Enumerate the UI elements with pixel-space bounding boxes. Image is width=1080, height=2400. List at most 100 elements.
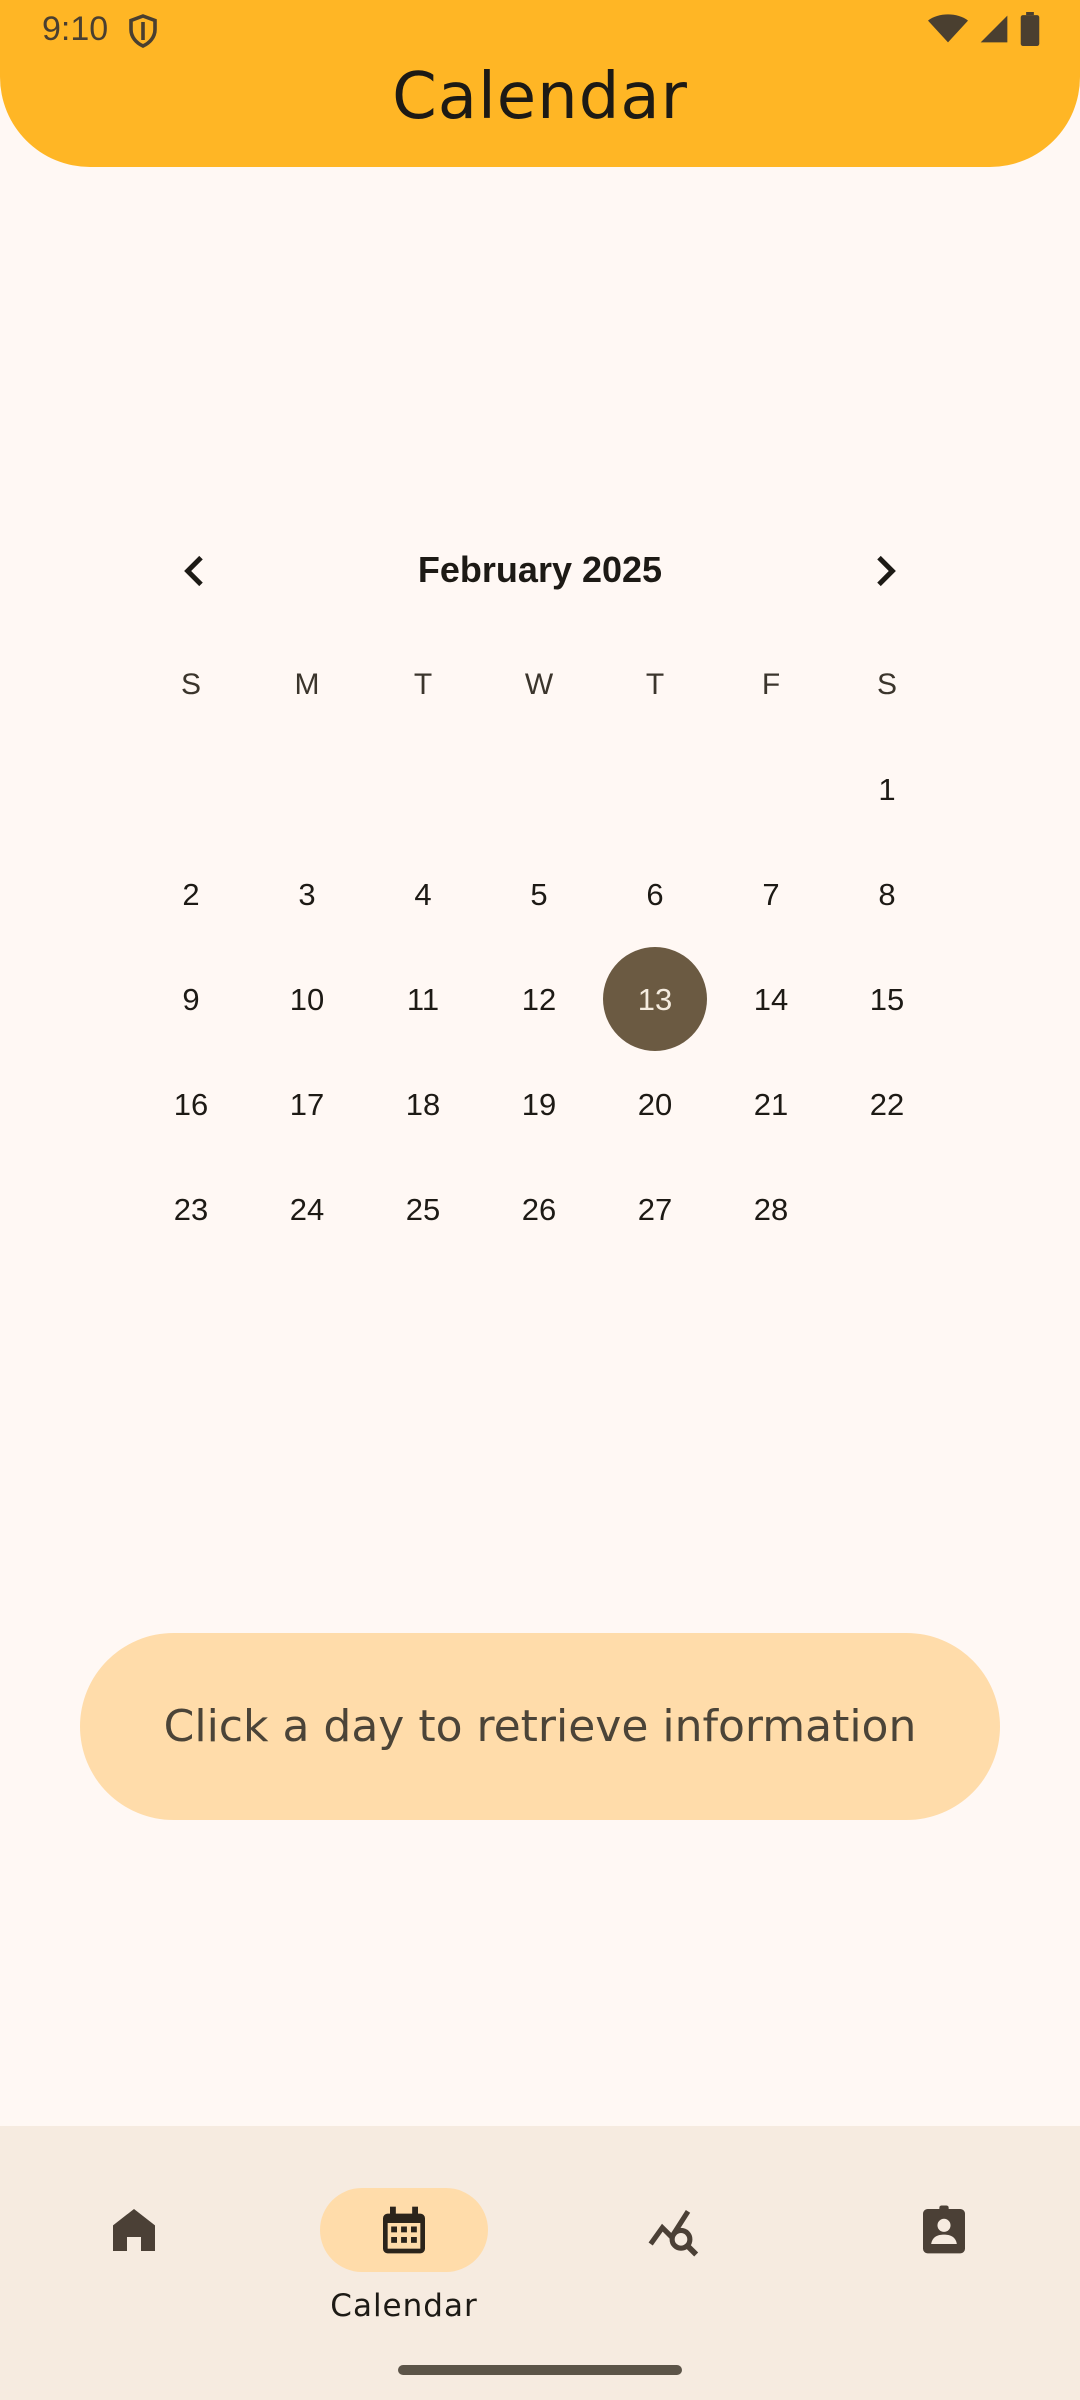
day-number: 1 [878, 771, 896, 807]
calendar-day[interactable]: 12 [481, 947, 597, 1052]
day-number: 5 [530, 876, 548, 912]
previous-month-button[interactable] [160, 535, 232, 607]
weekday-label: S [180, 668, 201, 701]
weekday-label: T [645, 668, 665, 701]
nav-item-calendar[interactable]: Calendar [304, 2156, 504, 2324]
day-number: 8 [878, 876, 896, 912]
gesture-home-bar[interactable] [398, 2365, 682, 2375]
calendar-day[interactable]: 25 [365, 1157, 481, 1262]
calendar-day-selected[interactable]: 13 [597, 947, 713, 1052]
calendar-day[interactable]: 20 [597, 1052, 713, 1157]
calendar-week-row: 2 3 4 5 6 7 8 [133, 842, 945, 947]
calendar-day[interactable]: 18 [365, 1052, 481, 1157]
calendar-day[interactable]: 5 [481, 842, 597, 947]
day-number: 24 [289, 1191, 325, 1227]
bottom-navigation-bar: Calendar [0, 2126, 1080, 2400]
weekday-label: T [413, 668, 433, 701]
calendar-day[interactable]: 6 [597, 842, 713, 947]
calendar-day[interactable]: 17 [249, 1052, 365, 1157]
calendar-week-row: 1 [133, 737, 945, 842]
calendar-week-row: 23 24 25 26 27 28 [133, 1157, 945, 1262]
day-number: 22 [869, 1086, 905, 1122]
day-number: 2 [182, 876, 200, 912]
calendar-day[interactable]: 21 [713, 1052, 829, 1157]
calendar-day[interactable]: 28 [713, 1157, 829, 1262]
calendar-day[interactable]: 27 [597, 1157, 713, 1262]
info-message-pill: Click a day to retrieve information [80, 1633, 1000, 1820]
month-navigation: February 2025 [160, 535, 920, 607]
app-header: 9:10 Calendar [0, 0, 1080, 167]
day-number: 3 [298, 876, 316, 912]
calendar-day[interactable]: 15 [829, 947, 945, 1052]
calendar-day[interactable]: 22 [829, 1052, 945, 1157]
next-month-button[interactable] [848, 535, 920, 607]
page-title: Calendar [392, 60, 688, 134]
calendar-day[interactable]: 26 [481, 1157, 597, 1262]
calendar-day[interactable]: 3 [249, 842, 365, 947]
nav-item-home[interactable] [34, 2156, 234, 2316]
nav-item-insights[interactable] [574, 2156, 774, 2316]
day-number: 13 [637, 981, 673, 1017]
nav-item-profile[interactable] [844, 2156, 1044, 2316]
screen: 9:10 Calendar February 2025 S M T W T F … [0, 0, 1080, 2400]
chevron-left-icon [184, 555, 203, 587]
day-number: 26 [521, 1191, 557, 1227]
calendar-day[interactable]: 7 [713, 842, 829, 947]
insights-search-icon [648, 2209, 699, 2257]
chevron-right-icon [877, 555, 896, 587]
calendar-day[interactable]: 2 [133, 842, 249, 947]
day-number: 7 [762, 876, 780, 912]
home-icon [113, 2209, 155, 2251]
day-number: 15 [869, 981, 905, 1017]
calendar-day[interactable]: 4 [365, 842, 481, 947]
calendar-day[interactable]: 8 [829, 842, 945, 947]
battery-icon [1020, 12, 1040, 46]
calendar-empty-cell [829, 1157, 945, 1262]
day-number: 4 [414, 876, 432, 912]
nav-label-calendar: Calendar [330, 2288, 478, 2324]
calendar-week-row: 9 10 11 12 13 14 15 [133, 947, 945, 1052]
cellular-signal-icon [980, 15, 1008, 43]
day-number: 27 [637, 1191, 673, 1227]
day-number: 23 [173, 1191, 209, 1227]
calendar-empty-cell [133, 737, 249, 842]
calendar-empty-cell [365, 737, 481, 842]
calendar-empty-cell [249, 737, 365, 842]
calendar-day[interactable]: 1 [829, 737, 945, 842]
day-number: 25 [405, 1191, 441, 1227]
day-number: 10 [289, 981, 325, 1017]
calendar-day[interactable]: 9 [133, 947, 249, 1052]
day-number: 18 [405, 1086, 441, 1122]
weekday-label: S [876, 668, 897, 701]
day-number: 16 [173, 1086, 209, 1122]
calendar-week-row: 16 17 18 19 20 21 22 [133, 1052, 945, 1157]
calendar-day[interactable]: 10 [249, 947, 365, 1052]
day-number: 20 [637, 1086, 673, 1122]
calendar-empty-cell [597, 737, 713, 842]
day-number: 28 [753, 1191, 789, 1227]
wifi-icon [928, 14, 968, 43]
shield-icon [129, 14, 157, 48]
profile-badge-icon [923, 2205, 965, 2254]
day-number: 12 [521, 981, 557, 1017]
calendar-day[interactable]: 16 [133, 1052, 249, 1157]
day-number: 11 [406, 981, 440, 1017]
calendar-day[interactable]: 14 [713, 947, 829, 1052]
calendar-day[interactable]: 19 [481, 1052, 597, 1157]
weekday-label: W [524, 668, 554, 701]
day-number: 19 [521, 1086, 557, 1122]
calendar-icon [383, 2206, 425, 2254]
status-time: 9:10 [42, 10, 109, 48]
calendar-day[interactable]: 23 [133, 1157, 249, 1262]
calendar-empty-cell [713, 737, 829, 842]
weekday-label: F [761, 668, 781, 701]
calendar-day[interactable]: 24 [249, 1157, 365, 1262]
calendar-day-grid: 1 2 3 4 5 6 7 8 9 10 11 12 13 14 15 16 17 18 19 20 21 22 23 24 2… [133, 737, 945, 1262]
calendar-day[interactable]: 11 [365, 947, 481, 1052]
day-number: 14 [753, 981, 789, 1017]
calendar-empty-cell [481, 737, 597, 842]
day-number: 9 [182, 981, 200, 1017]
weekday-header-row: S M T W T F S [133, 668, 945, 718]
month-title: February 2025 [417, 549, 663, 590]
day-number: 17 [289, 1086, 325, 1122]
